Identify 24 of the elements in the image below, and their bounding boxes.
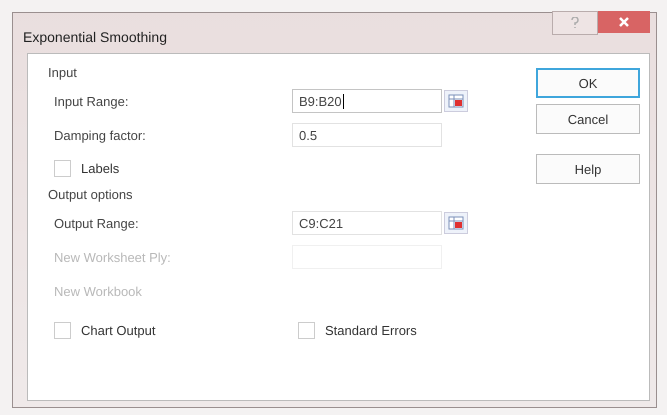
dialog-button[interactable]: Cancel	[536, 104, 640, 134]
window-title: Exponential Smoothing	[23, 28, 168, 45]
dialog-button[interactable]: Help	[536, 154, 640, 184]
field-label: New Worksheet Ply:	[53, 250, 172, 264]
field-label: Output Range:	[53, 216, 140, 230]
field-label: Input Range:	[53, 94, 130, 108]
close-icon[interactable]	[598, 11, 650, 33]
range-picker-icon[interactable]	[444, 90, 468, 112]
checkbox-label: Standard Errors	[325, 322, 417, 338]
checkbox[interactable]	[54, 160, 71, 176]
range-picker-icon[interactable]	[444, 212, 468, 234]
input-field[interactable]: 0.5	[292, 123, 442, 147]
field-label: Damping factor:	[53, 128, 147, 142]
dialog-button[interactable]: OK	[536, 68, 640, 98]
input-field[interactable]: B9:B20	[292, 89, 442, 113]
checkbox[interactable]	[298, 322, 315, 338]
checkbox[interactable]	[54, 322, 71, 338]
checkbox-label: Labels	[81, 160, 120, 176]
option-label: New Workbook	[53, 284, 143, 298]
checkbox-label: Chart Output	[81, 322, 156, 338]
input-field[interactable]: C9:C21	[292, 211, 442, 235]
section-heading: Input	[48, 64, 78, 82]
help-icon[interactable]	[552, 11, 598, 35]
section-heading: Output options	[48, 186, 134, 204]
